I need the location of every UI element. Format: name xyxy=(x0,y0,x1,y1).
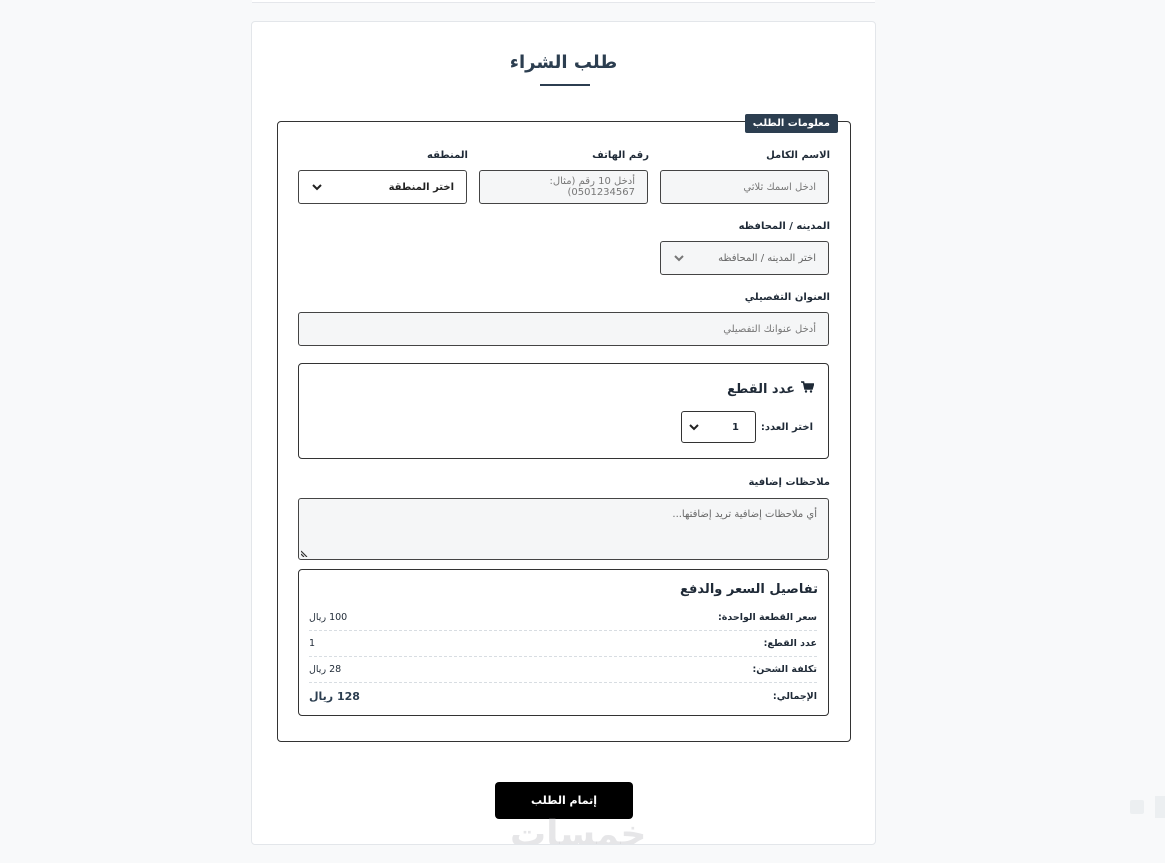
address-label: العنوان التفصيلي xyxy=(744,292,830,303)
address-placeholder: أدخل عنوانك التفصيلي xyxy=(723,323,816,335)
total-value: 128 ريال xyxy=(309,689,360,703)
phone-label: رقم الهاتف xyxy=(592,150,649,161)
resize-grip-icon[interactable] xyxy=(300,549,309,558)
quantity-box: عدد القطع اختر العدد: 1 xyxy=(298,363,829,459)
full-name-placeholder: ادخل اسمك ثلاثي xyxy=(743,181,816,193)
price-row-value: 28 ريال xyxy=(309,664,342,675)
phone-input[interactable]: أدخل 10 رقم (مثال: 0501234567) xyxy=(479,170,648,204)
region-value: اختر المنطقة xyxy=(388,181,454,193)
notes-placeholder: أي ملاحظات إضافية تريد إضافتها... xyxy=(672,509,817,520)
total-label: الإجمالي: xyxy=(772,690,817,702)
price-row: 1 عدد القطع: xyxy=(309,631,817,657)
price-row-label: عدد القطع: xyxy=(763,638,817,649)
floating-widget-edge xyxy=(1155,796,1165,818)
order-info-fieldset: معلومات الطلب الاسم الكامل ادخل اسمك ثلا… xyxy=(277,114,851,742)
chevron-down-icon xyxy=(688,421,700,433)
city-label: المدينه / المحافظه xyxy=(738,221,830,232)
price-row-value: 100 ريال xyxy=(309,612,348,623)
pricing-box: تفاصيل السعر والدفع 100 ريال سعر القطعة … xyxy=(298,569,829,716)
price-row-label: تكلفة الشحن: xyxy=(752,664,817,675)
quantity-select-label: اختر العدد: xyxy=(760,422,813,433)
total-row: 128 ريال الإجمالي: xyxy=(309,683,817,709)
title-underline xyxy=(540,84,590,86)
full-name-input[interactable]: ادخل اسمك ثلاثي xyxy=(660,170,829,204)
top-strip xyxy=(252,0,875,3)
notes-label: ملاحظات إضافية xyxy=(748,477,830,488)
chevron-down-icon xyxy=(311,181,323,193)
region-select[interactable]: اختر المنطقة xyxy=(298,170,467,204)
quantity-title-text: عدد القطع xyxy=(727,381,795,397)
region-label: المنطقه xyxy=(427,150,468,161)
fieldset-legend: معلومات الطلب xyxy=(744,114,838,133)
full-name-label: الاسم الكامل xyxy=(766,150,830,161)
pricing-title: تفاصيل السعر والدفع xyxy=(680,582,818,597)
order-card: طلب الشراء معلومات الطلب الاسم الكامل اد… xyxy=(251,21,876,845)
price-row-value: 1 xyxy=(309,638,316,649)
page-title: طلب الشراء xyxy=(509,52,618,73)
city-select[interactable]: اختر المدينه / المحافظه xyxy=(660,241,829,275)
submit-order-button[interactable]: إتمام الطلب xyxy=(495,782,633,819)
city-value: اختر المدينه / المحافظه xyxy=(718,252,816,264)
notes-textarea[interactable]: أي ملاحظات إضافية تريد إضافتها... xyxy=(298,498,829,560)
address-input[interactable]: أدخل عنوانك التفصيلي xyxy=(298,312,829,346)
cart-icon xyxy=(801,381,815,397)
quantity-select[interactable]: 1 xyxy=(681,411,756,443)
phone-placeholder: أدخل 10 رقم (مثال: 0501234567) xyxy=(549,176,636,198)
quantity-value: 1 xyxy=(732,421,739,433)
chevron-down-icon xyxy=(673,252,685,264)
quantity-title: عدد القطع xyxy=(727,381,815,397)
price-row: 28 ريال تكلفة الشحن: xyxy=(309,657,817,683)
price-row: 100 ريال سعر القطعة الواحدة: xyxy=(309,605,817,631)
floating-widget[interactable] xyxy=(1130,800,1144,814)
price-row-label: سعر القطعة الواحدة: xyxy=(717,612,817,623)
